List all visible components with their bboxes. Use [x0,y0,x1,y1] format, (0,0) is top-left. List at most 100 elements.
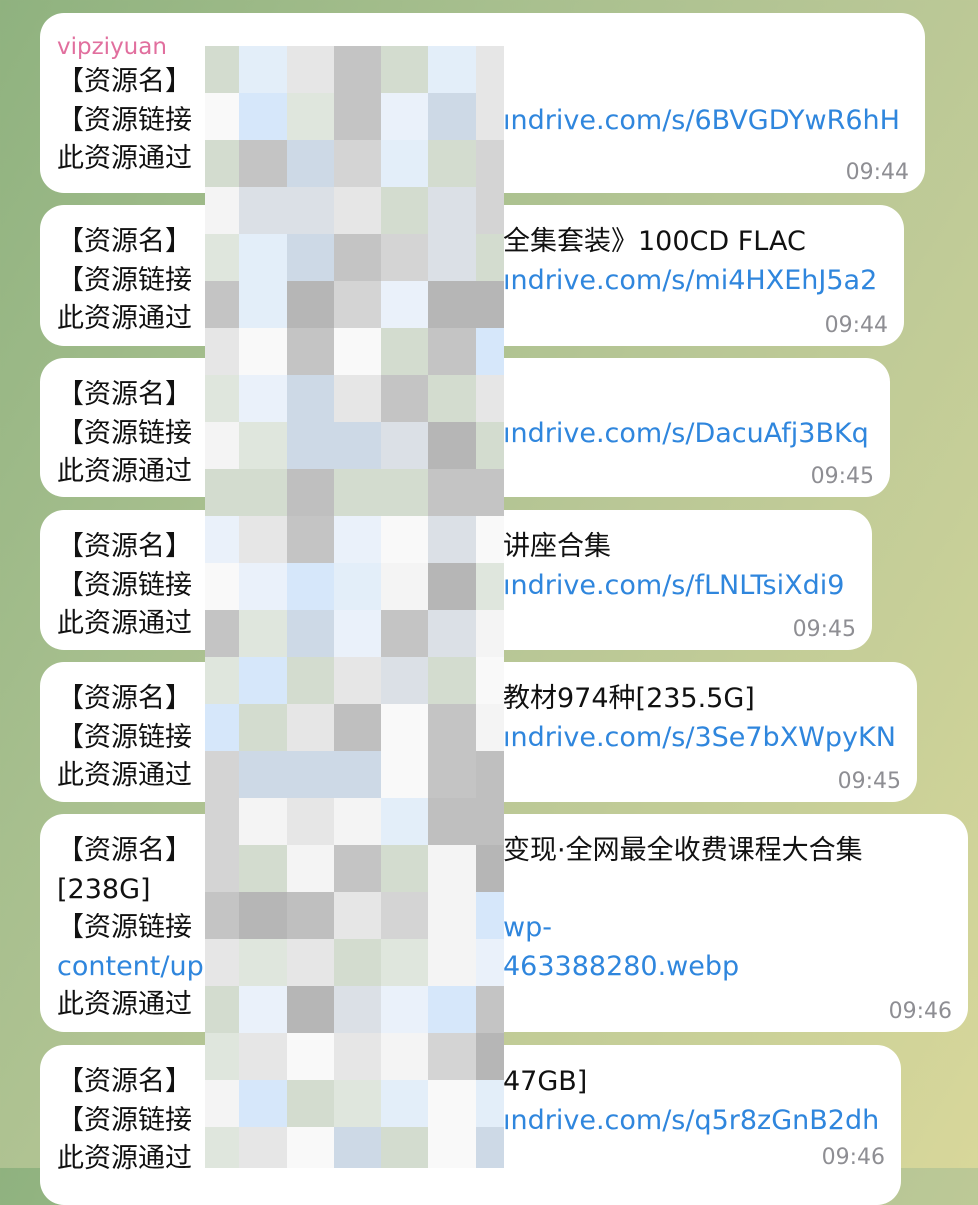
redaction-tile [287,140,334,187]
pixelated-redaction [205,46,504,1168]
redaction-tile [476,187,504,234]
redaction-tile [334,46,381,93]
redaction-tile [428,375,476,422]
resource-link[interactable]: ındrive.com/s/fLNLTsiXdi9 [503,567,844,606]
resource-link[interactable]: ındrive.com/s/mi4HXEhJ5a2 [503,262,877,301]
redaction-tile [428,704,476,751]
redaction-tile [239,422,287,469]
redaction-tile [476,469,504,516]
resource-link[interactable]: ındrive.com/s/6BVGDYwR6hH [503,102,900,141]
redaction-tile [334,516,381,563]
redaction-tile [476,46,504,93]
redaction-tile [428,328,476,375]
redaction-tile [239,328,287,375]
redaction-tile [334,798,381,845]
resource-note-label: 此资源通过 [57,456,192,487]
redaction-tile [428,234,476,281]
redaction-tile [428,46,476,93]
redaction-tile [205,1127,239,1168]
redaction-tile [287,657,334,704]
redaction-tile [287,1127,334,1168]
redaction-tile [287,845,334,892]
redaction-tile [287,751,334,798]
redaction-tile [239,563,287,610]
resource-name-label: 【资源名】 [57,379,192,410]
resource-link-label: 【资源链接 [57,912,192,943]
redaction-tile [205,328,239,375]
redaction-tile [287,1033,334,1080]
redaction-tile [239,1080,287,1127]
redaction-tile [428,892,476,939]
resource-name-label: 【资源名】 [57,683,192,714]
redaction-tile [239,657,287,704]
redaction-tile [205,845,239,892]
redaction-tile [476,140,504,187]
redaction-tile [239,798,287,845]
redaction-tile [476,986,504,1033]
redaction-tile [476,657,504,704]
redaction-tile [205,187,239,234]
redaction-tile [381,1127,428,1168]
redaction-tile [239,751,287,798]
resource-link[interactable]: ındrive.com/s/3Se7bXWpyKN [503,719,896,758]
resource-link[interactable]: ındrive.com/s/q5r8zGnB2dh [503,1102,879,1141]
redaction-tile [381,469,428,516]
redaction-tile [334,93,381,140]
redaction-tile [334,281,381,328]
redaction-tile [239,1033,287,1080]
redaction-tile [381,516,428,563]
redaction-tile [381,939,428,986]
redaction-tile [428,939,476,986]
redaction-tile [334,187,381,234]
message-bubble[interactable]: 【资源名】 变现·全网最全收费课程大合集 [238G] 【资源链接 wp- cont… [40,814,968,1032]
redaction-tile [239,1127,287,1168]
redaction-tile [334,234,381,281]
redaction-tile [334,1080,381,1127]
redaction-tile [381,1033,428,1080]
redaction-tile [287,234,334,281]
resource-name-value: 讲座合集 [503,531,611,562]
redaction-tile [334,375,381,422]
redaction-tile [205,939,239,986]
redaction-tile [239,892,287,939]
redaction-tile [476,798,504,845]
redaction-tile [381,234,428,281]
resource-note-label: 此资源通过 [57,303,192,334]
redaction-tile [334,1127,381,1168]
redaction-tile [287,939,334,986]
redaction-tile [334,986,381,1033]
redaction-tile [428,1080,476,1127]
redaction-tile [205,140,239,187]
redaction-tile [381,46,428,93]
redaction-tile [428,563,476,610]
redaction-tile [381,845,428,892]
message-time: 09:45 [837,769,901,794]
redaction-tile [476,234,504,281]
resource-note-label: 此资源通过 [57,1143,192,1174]
redaction-tile [334,563,381,610]
redaction-tile [428,187,476,234]
redaction-tile [476,704,504,751]
redaction-tile [287,798,334,845]
resource-link[interactable]: wp- [503,909,552,948]
redaction-tile [205,563,239,610]
redaction-tile [287,610,334,657]
redaction-tile [381,563,428,610]
redaction-tile [381,798,428,845]
resource-note-label: 此资源通过 [57,143,192,174]
resource-link-continued-end[interactable]: 463388280.webp [503,948,739,987]
redaction-tile [205,1033,239,1080]
redaction-tile [205,798,239,845]
redaction-tile [287,46,334,93]
redaction-tile [239,610,287,657]
redaction-tile [287,986,334,1033]
redaction-tile [476,1080,504,1127]
redaction-tile [428,281,476,328]
redaction-tile [428,140,476,187]
redaction-tile [239,704,287,751]
resource-link[interactable]: ındrive.com/s/DacuAfj3BKq [503,415,869,454]
message-time: 09:45 [792,617,856,642]
resource-name-value: 47GB] [503,1066,588,1097]
resource-name-value: 变现·全网最全收费课程大合集 [503,835,863,866]
resource-link-continued-start[interactable]: content/up [57,948,205,987]
